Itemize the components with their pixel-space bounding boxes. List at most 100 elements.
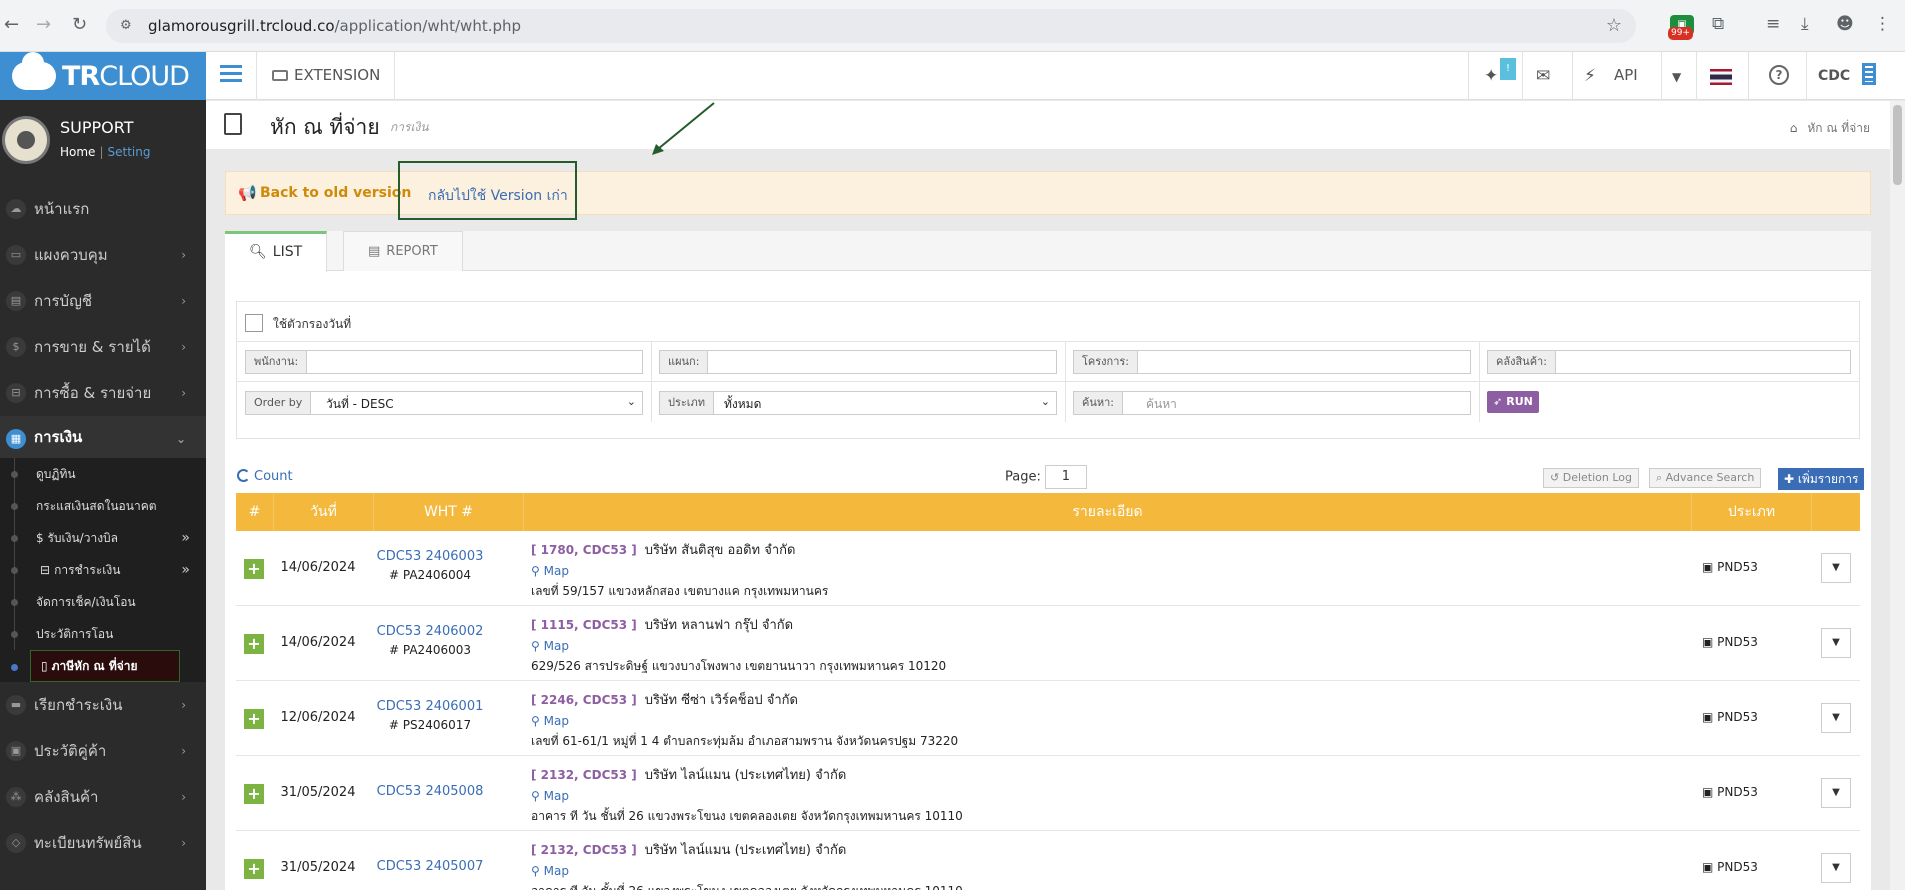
menu-item-home[interactable]: ☁ หน้าแรก [0,186,206,232]
building-icon[interactable] [1862,63,1876,85]
partner-code[interactable]: [ 2132, CDC53 ] [531,843,637,857]
date-filter-checkbox[interactable] [245,314,263,332]
submenu-item-transfer-history[interactable]: ประวัติการโอน [0,618,206,650]
media-icon[interactable]: ≡ [1766,14,1780,34]
run-button[interactable]: ➶ RUN [1487,391,1539,413]
thai-flag-icon[interactable] [1710,69,1732,85]
api-button[interactable]: API [1614,66,1638,84]
submenu-item-receive[interactable]: $ รับเงิน/วางบิล» [0,522,206,554]
browser-menu-icon[interactable]: ⋮ [1874,14,1891,34]
menu-item-sales[interactable]: $ การขาย & รายได้ › [0,324,206,370]
map-link[interactable]: ⚲ Map [531,564,828,578]
help-icon[interactable]: ? [1769,65,1789,85]
search-input[interactable]: ค้นหา: ค้นหา [1073,391,1471,415]
logo-text-light: CLOUD [99,60,190,92]
tab-list[interactable]: 🔍︎ LIST [225,231,328,272]
scrollbar-thumb[interactable] [1893,105,1902,185]
warehouse-field[interactable]: คลังสินค้า: [1487,350,1851,374]
bookmark-star-icon[interactable]: ☆ [1606,15,1622,36]
partner-code[interactable]: [ 2132, CDC53 ] [531,768,637,782]
map-link[interactable]: ⚲ Map [531,714,958,728]
extension-badge[interactable]: ▣ 99+ [1668,15,1694,40]
expand-row-button[interactable]: + [244,859,264,879]
add-item-button[interactable]: ✚ เพิ่มรายการ [1778,468,1865,490]
menu-item-assets[interactable]: ◇ ทะเบียนทรัพย์สิน › [0,820,206,866]
map-link[interactable]: ⚲ Map [531,789,963,803]
extension-button[interactable]: EXTENSION [272,66,380,84]
wht-number-link[interactable]: CDC53 2405007 [377,859,484,874]
row-action-dropdown[interactable]: ▼ [1821,703,1851,733]
download-icon[interactable]: ⤓ [1801,14,1809,34]
profile-icon[interactable]: ☻ [1836,14,1854,34]
menu-item-finance[interactable]: ▦ การเงิน ⌄ [0,416,206,458]
row-action-dropdown[interactable]: ▼ [1821,553,1851,583]
home-link[interactable]: Home [60,145,95,159]
filter-panel: ใช้ตัวกรองวันที่ พนักงาน: แผนก: โครงการ:… [236,301,1860,439]
submenu-item-wht[interactable]: ▯ ภาษีหัก ณ ที่จ่าย [11,650,180,682]
menu-item-purchase[interactable]: ⊟ การซื้อ & รายจ่าย › [0,370,206,416]
partner-code[interactable]: [ 1780, CDC53 ] [531,543,637,557]
chevron-right-icon: › [181,340,186,354]
wht-number-link[interactable]: CDC53 2406003 [377,549,484,564]
reference-link[interactable]: PS2406017 [403,718,471,732]
expand-row-button[interactable]: + [244,784,264,804]
api-plug-icon[interactable]: ⚡ [1584,66,1596,86]
row-date: 14/06/2024 [280,560,356,575]
partner-code[interactable]: [ 2246, CDC53 ] [531,693,637,707]
menu-item-partner-history[interactable]: ▣ ประวัติคู่ค้า › [0,728,206,774]
monitor-icon [272,70,288,81]
submenu-item-calendar[interactable]: ดูบฏิทิน [0,458,206,490]
menu-item-billing[interactable]: ▬ เรียกชำระเงิน › [0,682,206,728]
party-popper-icon[interactable]: ✦ [1484,66,1498,86]
expand-row-button[interactable]: + [244,709,264,729]
home-icon[interactable]: ⌂ [1790,121,1798,135]
expand-row-button[interactable]: + [244,559,264,579]
envelope-icon[interactable]: ✉ [1536,66,1550,86]
wht-number-link[interactable]: CDC53 2405008 [377,784,484,799]
wht-number-link[interactable]: CDC53 2406001 [377,699,484,714]
row-action-dropdown[interactable]: ▼ [1821,853,1851,883]
reference-link[interactable]: PA2406003 [403,643,471,657]
map-link[interactable]: ⚲ Map [531,864,963,878]
company-code[interactable]: CDC [1818,68,1850,84]
menu-item-dashboard[interactable]: ▭ แผงควบคุม › [0,232,206,278]
submenu-item-cheque[interactable]: จัดการเช็ค/เงินโอน [0,586,206,618]
submenu-item-payment[interactable]: ⊟ การชำระเงิน» [0,554,206,586]
submenu-item-cashflow[interactable]: กระแสเงินสดในอนาคต [0,490,206,522]
map-link[interactable]: ⚲ Map [531,639,946,653]
address-bar[interactable]: ⚙ glamorousgrill.trcloud.co/application/… [106,9,1636,43]
logo[interactable]: TR CLOUD [0,52,206,100]
menu-item-warehouse[interactable]: ⁂ คลังสินค้า › [0,774,206,820]
company-name: บริษัท ซีซ่า เวิร์คช็อป จำกัด [644,693,798,708]
file-type-icon: ▣ [1702,785,1718,799]
partner-code[interactable]: [ 1115, CDC53 ] [531,618,637,632]
hamburger-menu-icon[interactable] [220,65,242,83]
back-icon[interactable]: ← [4,14,19,35]
page-scrollbar[interactable] [1890,101,1905,890]
row-action-dropdown[interactable]: ▼ [1821,778,1851,808]
reference-link[interactable]: PA2406004 [403,568,471,582]
order-by-select[interactable]: Order by วันที่ - DESC ⌄ [245,391,643,415]
extensions-icon[interactable]: ⧉ [1712,14,1724,34]
expand-row-button[interactable]: + [244,634,264,654]
row-action-dropdown[interactable]: ▼ [1821,628,1851,658]
caret-down-icon[interactable]: ▼ [1672,70,1681,84]
employee-field[interactable]: พนักงาน: [245,350,643,374]
advance-search-button[interactable]: ⌕ Advance Search [1649,468,1762,488]
tab-report[interactable]: ▤ REPORT [343,231,463,271]
reload-icon[interactable]: ↻ [72,14,87,35]
wht-number-link[interactable]: CDC53 2406002 [377,624,484,639]
chevron-right-icon: › [181,744,186,758]
department-field[interactable]: แผนก: [659,350,1057,374]
list-panel: 🔍︎ LIST ▤ REPORT ใช้ตัวกรองวันที่ พนักงาน:… [225,231,1871,890]
deletion-log-button[interactable]: ↺ Deletion Log [1543,468,1639,488]
project-field[interactable]: โครงการ: [1073,350,1471,374]
col-detail: รายละเอียด [524,493,1692,531]
setting-link[interactable]: Setting [107,145,150,159]
count-link[interactable]: Count [237,469,293,484]
page-number-input[interactable]: 1 [1044,465,1087,489]
forward-icon[interactable]: → [36,14,51,35]
menu-item-accounting[interactable]: ▤ การบัญชี › [0,278,206,324]
type-select[interactable]: ประเภท ทั้งหมด ⌄ [659,391,1057,415]
site-info-icon[interactable]: ⚙ [120,18,136,34]
